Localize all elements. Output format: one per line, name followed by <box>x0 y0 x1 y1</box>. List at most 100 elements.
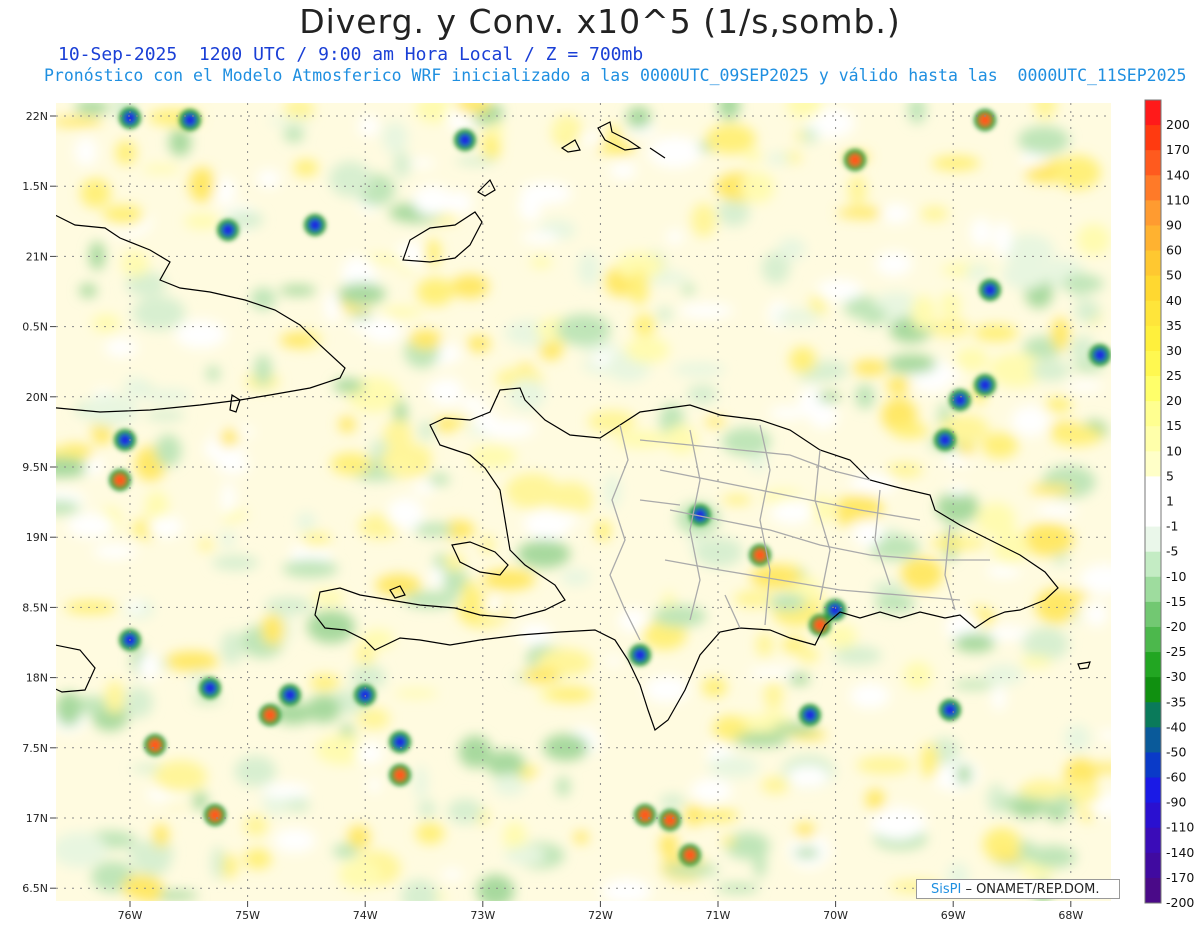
field-blob <box>301 531 332 548</box>
colorbar-swatch <box>1145 225 1161 252</box>
field-blob <box>601 878 652 901</box>
field-blob <box>192 791 208 811</box>
colorbar-swatch <box>1145 777 1161 804</box>
field-blob <box>102 204 145 227</box>
field-blob <box>886 462 924 478</box>
colorbar-swatch <box>1145 626 1161 653</box>
convection-core <box>124 112 136 124</box>
field-blob <box>634 313 656 337</box>
field-blob <box>379 306 424 317</box>
field-blob <box>833 646 882 665</box>
field-blob <box>382 121 408 154</box>
field-blob <box>89 241 105 271</box>
field-blob <box>955 347 989 373</box>
field-blob <box>1085 602 1108 627</box>
colorbar-swatch <box>1145 401 1161 427</box>
lat-label: 7.5N <box>22 742 48 755</box>
convection-core <box>984 284 996 296</box>
field-blob <box>848 174 867 207</box>
colorbar-swatch <box>1145 702 1161 728</box>
field-blob <box>910 295 936 330</box>
field-blob <box>761 776 790 794</box>
colorbar-label: 25 <box>1166 368 1182 383</box>
credit-text: ONAMET/REP.DOM. <box>976 882 1100 897</box>
field-blob <box>228 510 249 520</box>
field-blob <box>908 103 926 124</box>
field-blob <box>121 250 150 277</box>
field-blob <box>952 680 994 690</box>
lon-label: 72W <box>588 909 613 922</box>
field-blob <box>1051 317 1070 351</box>
field-blob <box>769 406 805 420</box>
lat-label: 8.5N <box>22 601 48 614</box>
field-blob <box>426 382 455 397</box>
colorbar-label: 140 <box>1166 167 1190 182</box>
field-blob <box>1067 381 1103 392</box>
colorbar-label: 50 <box>1166 268 1182 283</box>
field-blob <box>970 217 992 247</box>
colorbar-label: -110 <box>1166 820 1194 835</box>
field-blob <box>80 178 111 208</box>
field-blob <box>361 629 395 650</box>
field-blob <box>385 443 432 467</box>
colorbar: 200 170 140 110 90 60 50 40 35 30 25 20 15 10 5 1 -1 -5 -1… <box>1144 99 1194 910</box>
field-blob <box>140 388 193 403</box>
field-blob <box>67 513 115 538</box>
field-blob <box>520 231 560 244</box>
field-blob <box>267 117 313 126</box>
field-blob <box>659 794 685 810</box>
field-blob <box>560 568 591 586</box>
field-blob <box>517 539 571 569</box>
field-blob <box>722 835 735 846</box>
colorbar-swatch <box>1145 125 1161 151</box>
colorbar-swatch <box>1145 150 1161 176</box>
field-blob <box>786 103 823 119</box>
field-blob <box>1011 405 1050 437</box>
field-blob <box>577 252 601 287</box>
field-blob <box>625 336 670 364</box>
field-blob <box>529 256 553 269</box>
lon-label: 69W <box>941 909 966 922</box>
field-blob <box>1010 799 1045 818</box>
field-blob <box>1017 126 1070 155</box>
field-blob <box>412 185 452 216</box>
colorbar-swatch <box>1145 426 1161 452</box>
colorbar-swatch <box>1145 476 1161 502</box>
map-canvas[interactable]: 22N 1.5N 21N 0.5N 20N 9.5N 19N 8.5N 18N 7.5N 17N 6.… <box>0 0 1200 927</box>
field-blob <box>428 567 445 588</box>
field-blob <box>725 832 770 860</box>
field-blob <box>722 495 752 505</box>
lon-label: 68W <box>1058 909 1083 922</box>
field-blob <box>734 732 788 747</box>
field-blob <box>507 378 546 411</box>
field-blob <box>211 555 259 571</box>
field-blob <box>363 317 403 343</box>
field-blob <box>954 633 996 653</box>
colorbar-label: -35 <box>1166 694 1186 709</box>
field-blob <box>1022 523 1074 557</box>
field-blob <box>1033 103 1057 120</box>
field-blob <box>798 386 826 419</box>
colorbar-label: 5 <box>1166 468 1174 483</box>
field-blob <box>886 377 910 395</box>
field-blob <box>154 760 208 794</box>
field-blob <box>79 283 97 298</box>
convection-core <box>114 474 126 486</box>
convection-core <box>829 604 841 616</box>
field-blob <box>704 417 726 427</box>
field-blob <box>787 765 830 788</box>
field-blob <box>666 229 684 245</box>
field-blob <box>691 203 717 237</box>
field-blob <box>219 428 240 448</box>
field-blob <box>992 852 1022 863</box>
colorbar-label: -170 <box>1166 870 1194 885</box>
field-blob <box>1061 274 1104 293</box>
colorbar-swatch <box>1145 877 1161 904</box>
latitude-labels: 22N 1.5N 21N 0.5N 20N 9.5N 19N 8.5N 18N 7.5N 17N 6.… <box>22 110 48 895</box>
field-blob <box>766 152 791 165</box>
colorbar-label: -5 <box>1166 544 1178 559</box>
lon-label: 71W <box>706 909 731 922</box>
field-blob <box>123 376 148 399</box>
field-blob <box>367 777 381 793</box>
field-blob <box>543 734 589 761</box>
